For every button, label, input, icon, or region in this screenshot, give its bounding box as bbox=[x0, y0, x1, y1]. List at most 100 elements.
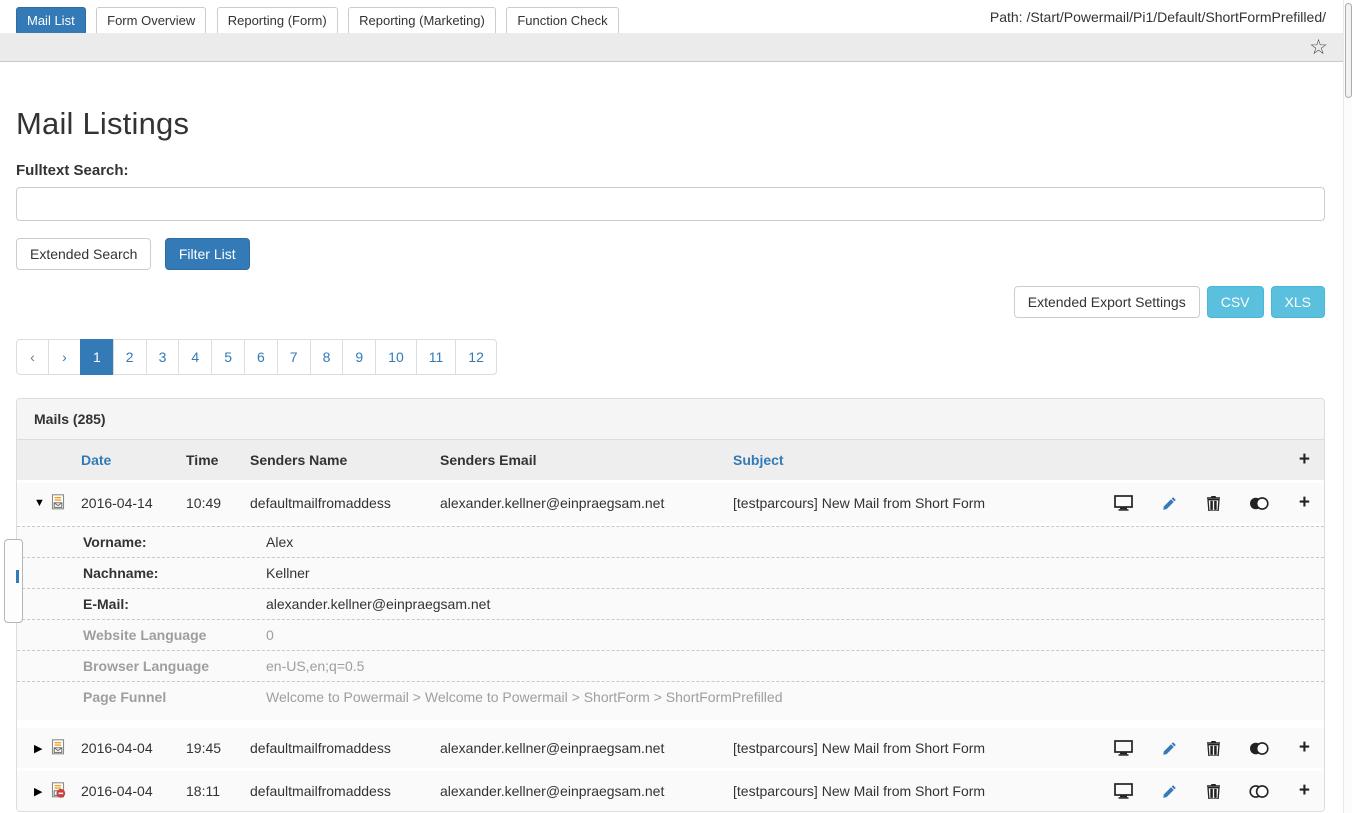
mail-subject: [testparcours] New Mail from Short Form bbox=[733, 495, 1114, 511]
edit-mail-icon[interactable] bbox=[1162, 741, 1177, 756]
csv-export-button[interactable]: CSV bbox=[1207, 286, 1264, 318]
page-path: Path: /Start/Powermail/Pi1/Default/Short… bbox=[990, 9, 1326, 25]
page-scrollbar bbox=[1343, 0, 1352, 813]
detail-row-website-language: Website Language 0 bbox=[17, 619, 1324, 650]
delete-mail-icon[interactable] bbox=[1207, 496, 1220, 511]
delete-mail-icon[interactable] bbox=[1207, 784, 1220, 799]
pagination-page-12[interactable]: 12 bbox=[455, 339, 497, 375]
mail-date: 2016-04-04 bbox=[81, 740, 186, 756]
detail-value: alexander.kellner@einpraegsam.net bbox=[266, 596, 1310, 612]
mail-date: 2016-04-14 bbox=[81, 495, 186, 511]
hide-mail-toggle-icon[interactable] bbox=[1249, 741, 1269, 756]
mail-row-3: ▶ 2016-04-04 18:11 defaultmailfromaddess… bbox=[17, 771, 1324, 811]
fulltext-search-label: Fulltext Search: bbox=[16, 162, 1325, 179]
mail-sender-name: defaultmailfromaddess bbox=[250, 495, 440, 511]
mail-row-2: ▶ 2016-04-04 19:45 defaultmailfromaddess… bbox=[17, 728, 1324, 768]
tab-reporting-marketing[interactable]: Reporting (Marketing) bbox=[348, 7, 496, 35]
preview-mail-icon[interactable] bbox=[1114, 740, 1133, 756]
detail-value: Alex bbox=[266, 534, 1310, 550]
fulltext-search-input[interactable] bbox=[16, 187, 1325, 221]
extended-search-button[interactable]: Extended Search bbox=[16, 238, 151, 270]
pagination-next[interactable]: › bbox=[48, 339, 81, 375]
mails-panel-title: Mails (285) bbox=[17, 399, 1324, 440]
add-column-icon[interactable]: + bbox=[1299, 453, 1310, 467]
detail-row-nachname: Nachname: Kellner bbox=[17, 557, 1324, 588]
tab-mail-list[interactable]: Mail List bbox=[16, 7, 86, 35]
add-mail-icon[interactable]: + bbox=[1299, 784, 1310, 798]
expand-row-icon[interactable]: ▶ bbox=[34, 742, 50, 755]
doc-header: ☆ bbox=[0, 33, 1352, 62]
tab-function-check[interactable]: Function Check bbox=[506, 7, 618, 35]
mail-time: 18:11 bbox=[186, 783, 250, 799]
pagination-page-7[interactable]: 7 bbox=[277, 339, 311, 375]
detail-row-page-funnel: Page Funnel Welcome to Powermail > Welco… bbox=[17, 681, 1324, 720]
mail-date: 2016-04-04 bbox=[81, 783, 186, 799]
sort-by-subject-link[interactable]: Subject bbox=[733, 452, 1114, 468]
pagination-page-3[interactable]: 3 bbox=[146, 339, 180, 375]
delete-mail-icon[interactable] bbox=[1207, 741, 1220, 756]
mail-subject: [testparcours] New Mail from Short Form bbox=[733, 783, 1114, 799]
pagination-page-4[interactable]: 4 bbox=[178, 339, 212, 375]
mail-sender-name: defaultmailfromaddess bbox=[250, 783, 440, 799]
mail-row-1: ▼ 2016-04-14 10:49 defaultmailfromaddess… bbox=[17, 483, 1324, 523]
detail-label: E-Mail: bbox=[34, 596, 266, 612]
expand-row-icon[interactable]: ▶ bbox=[34, 785, 50, 798]
mail-record-hidden-icon[interactable] bbox=[50, 782, 81, 801]
pagination-page-8[interactable]: 8 bbox=[310, 339, 344, 375]
filter-list-button[interactable]: Filter List bbox=[165, 238, 250, 270]
edge-flyout-handle[interactable] bbox=[4, 539, 23, 623]
add-mail-icon[interactable]: + bbox=[1299, 496, 1310, 510]
detail-row-vorname: Vorname: Alex bbox=[17, 526, 1324, 557]
detail-value: Kellner bbox=[266, 565, 1310, 581]
column-header-senders-email: Senders Email bbox=[440, 452, 733, 468]
column-header-time: Time bbox=[186, 452, 250, 468]
pagination-page-9[interactable]: 9 bbox=[342, 339, 376, 375]
pagination: ‹ › 1 2 3 4 5 6 7 8 9 10 11 12 bbox=[16, 339, 497, 375]
pagination-page-6[interactable]: 6 bbox=[244, 339, 278, 375]
column-header-senders-name: Senders Name bbox=[250, 452, 440, 468]
collapse-row-icon[interactable]: ▼ bbox=[34, 497, 50, 509]
scrollbar-thumb[interactable] bbox=[1345, 3, 1352, 98]
pagination-page-2[interactable]: 2 bbox=[113, 339, 147, 375]
sort-by-date-link[interactable]: Date bbox=[81, 452, 186, 468]
hide-mail-toggle-icon[interactable] bbox=[1249, 496, 1269, 511]
edge-flyout-marker bbox=[16, 570, 19, 583]
bookmark-star-icon[interactable]: ☆ bbox=[1309, 35, 1328, 61]
page-title: Mail Listings bbox=[16, 106, 1325, 142]
mail-sender-email: alexander.kellner@einpraegsam.net bbox=[440, 740, 733, 756]
detail-row-email: E-Mail: alexander.kellner@einpraegsam.ne… bbox=[17, 588, 1324, 619]
tab-form-overview[interactable]: Form Overview bbox=[96, 7, 206, 35]
preview-mail-icon[interactable] bbox=[1114, 783, 1133, 799]
pagination-page-11[interactable]: 11 bbox=[416, 339, 457, 375]
detail-label: Vorname: bbox=[34, 534, 266, 550]
table-header-row: Date Time Senders Name Senders Email Sub… bbox=[17, 440, 1324, 480]
tab-reporting-form[interactable]: Reporting (Form) bbox=[217, 7, 338, 35]
mail-subject: [testparcours] New Mail from Short Form bbox=[733, 740, 1114, 756]
mail-sender-email: alexander.kellner@einpraegsam.net bbox=[440, 495, 733, 511]
extended-export-settings-button[interactable]: Extended Export Settings bbox=[1014, 286, 1200, 318]
detail-value: 0 bbox=[266, 627, 1310, 643]
detail-row-browser-language: Browser Language en-US,en;q=0.5 bbox=[17, 650, 1324, 681]
pagination-prev[interactable]: ‹ bbox=[16, 339, 49, 375]
pagination-page-10[interactable]: 10 bbox=[375, 339, 417, 375]
add-mail-icon[interactable]: + bbox=[1299, 741, 1310, 755]
edit-mail-icon[interactable] bbox=[1162, 784, 1177, 799]
pagination-page-5[interactable]: 5 bbox=[211, 339, 245, 375]
detail-label: Browser Language bbox=[34, 658, 266, 674]
detail-value: Welcome to Powermail > Welcome to Powerm… bbox=[266, 689, 1310, 705]
unhide-mail-toggle-icon[interactable] bbox=[1249, 784, 1269, 799]
preview-mail-icon[interactable] bbox=[1114, 495, 1133, 511]
mail-record-icon[interactable] bbox=[50, 739, 81, 758]
mail-record-icon[interactable] bbox=[50, 494, 81, 513]
detail-label: Website Language bbox=[34, 627, 266, 643]
mail-sender-email: alexander.kellner@einpraegsam.net bbox=[440, 783, 733, 799]
detail-value: en-US,en;q=0.5 bbox=[266, 658, 1310, 674]
mails-panel: Mails (285) Date Time Senders Name Sende… bbox=[16, 398, 1325, 812]
detail-label: Page Funnel bbox=[34, 689, 266, 705]
pagination-page-1[interactable]: 1 bbox=[80, 339, 114, 375]
edit-mail-icon[interactable] bbox=[1162, 496, 1177, 511]
xls-export-button[interactable]: XLS bbox=[1271, 286, 1325, 318]
mail-time: 10:49 bbox=[186, 495, 250, 511]
mail-sender-name: defaultmailfromaddess bbox=[250, 740, 440, 756]
mail-time: 19:45 bbox=[186, 740, 250, 756]
